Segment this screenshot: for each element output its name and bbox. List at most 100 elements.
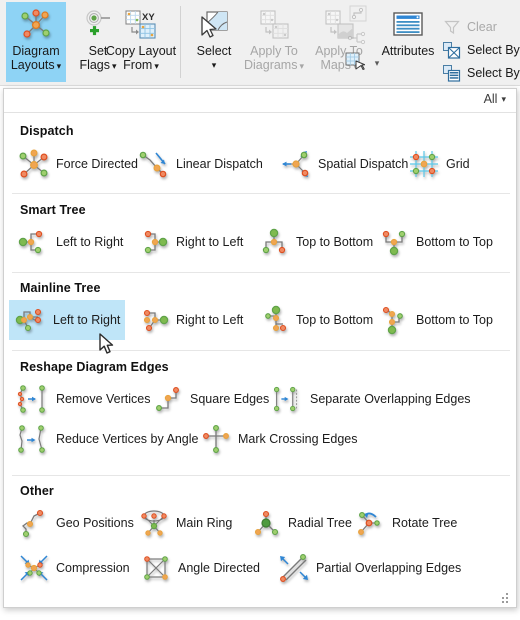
select-label: Select	[196, 44, 232, 58]
gallery-item-partial-overlapping-edges[interactable]: Partial Overlapping Edges	[272, 548, 462, 588]
gallery-item-spatial-dispatch[interactable]: Spatial Dispatch	[274, 144, 408, 184]
gallery-item-label: Right to Left	[176, 235, 244, 249]
gallery-item-label: Square Edges	[190, 392, 270, 406]
svg-text:XY: XY	[142, 12, 155, 23]
ribbon-group-layouts: Diagram Layouts ▾ Set Flags ▾ XY Copy La…	[0, 0, 176, 84]
section-divider	[12, 475, 510, 476]
apply-to-diagrams-button[interactable]: Apply To Diagrams ▾	[240, 2, 308, 82]
gallery-item-label: Remove Vertices	[56, 392, 151, 406]
chevron-down-icon[interactable]: ▾	[57, 61, 62, 71]
gallery-item-smart-tree-right-to-left[interactable]: Right to Left	[132, 222, 248, 262]
chevron-down-icon[interactable]: ▾	[154, 61, 159, 71]
gallery-item-force-directed[interactable]: Force Directed	[12, 144, 138, 184]
gallery-item-angle-directed[interactable]: Angle Directed	[134, 548, 264, 588]
smart-tree-bottom-to-top-icon	[376, 225, 412, 259]
gallery-item-square-edges[interactable]: Square Edges	[146, 379, 269, 419]
section-title-smart-tree: Smart Tree	[20, 203, 86, 217]
radial-tree-icon	[248, 506, 284, 540]
diagram-layouts-label-line2: Layouts ▾	[10, 58, 62, 72]
gallery-item-geo-positions[interactable]: Geo Positions	[12, 503, 134, 543]
attributes-icon	[390, 8, 426, 42]
attributes-label: Attributes	[381, 44, 435, 58]
attributes-button[interactable]: Attributes	[376, 2, 440, 82]
chevron-down-icon[interactable]: ▾	[299, 61, 304, 71]
edges-step-icon	[349, 5, 367, 27]
geo-positions-icon	[16, 506, 52, 540]
ribbon-separator-1	[180, 6, 181, 78]
gallery-item-linear-dispatch[interactable]: Linear Dispatch	[132, 144, 263, 184]
partial-overlapping-edges-icon	[276, 551, 312, 585]
gallery-item-label: Spatial Dispatch	[318, 157, 409, 171]
gallery-item-mark-crossing-edges[interactable]: Mark Crossing Edges	[194, 419, 358, 459]
gallery-item-mainline-tree-right-to-left[interactable]: Right to Left	[132, 300, 248, 340]
main-ring-icon	[136, 506, 172, 540]
gallery-item-label: Linear Dispatch	[176, 157, 263, 171]
gallery-item-label: Rotate Tree	[392, 516, 458, 530]
gallery-item-label: Partial Overlapping Edges	[316, 561, 462, 575]
smart-tree-left-to-right-icon	[16, 225, 52, 259]
spatial-dispatch-icon	[278, 147, 314, 181]
ribbon-group-apply: Select ▾ Apply To Diagrams ▾ Apply To Ma…	[184, 0, 379, 84]
gallery-item-radial-tree[interactable]: Radial Tree	[244, 503, 352, 543]
section-title-other: Other	[20, 484, 54, 498]
mainline-tree-right-to-left-icon	[136, 303, 172, 337]
clear-selection-label: Clear	[467, 20, 497, 34]
gallery-item-label: Main Ring	[176, 516, 233, 530]
gallery-item-smart-tree-left-to-right[interactable]: Left to Right	[12, 222, 128, 262]
ribbon-group-selection: Attributes Clear Select By Lo	[374, 0, 520, 84]
gallery-item-label: Separate Overlapping Edges	[310, 392, 471, 406]
select-by-attributes-icon	[442, 64, 462, 82]
gallery-item-remove-vertices[interactable]: Remove Vertices	[12, 379, 150, 419]
gallery-item-separate-overlapping-edges[interactable]: Separate Overlapping Edges	[266, 379, 471, 419]
gallery-item-label: Right to Left	[176, 313, 244, 327]
section-divider	[12, 193, 510, 194]
gallery-item-reduce-vertices-by-angle[interactable]: Reduce Vertices by Angle	[12, 419, 198, 459]
linear-dispatch-icon	[136, 147, 172, 181]
edges-step-button[interactable]	[347, 5, 369, 27]
section-title-dispatch: Dispatch	[20, 124, 74, 138]
select-by-location-button[interactable]: Select By Lo	[442, 39, 520, 61]
gallery-item-label: Compression	[56, 561, 130, 575]
gallery-item-label: Angle Directed	[178, 561, 260, 575]
diagram-layouts-label-line1: Diagram	[12, 44, 60, 58]
filter-all-label: All	[483, 92, 498, 106]
ribbon-toolbar: Diagram Layouts ▾ Set Flags ▾ XY Copy La…	[0, 0, 520, 86]
store-layout-button[interactable]	[344, 52, 366, 73]
resize-grip[interactable]	[502, 593, 511, 603]
gallery-item-grid[interactable]: Grid	[402, 144, 472, 184]
compression-icon	[16, 551, 52, 585]
gallery-item-rotate-tree[interactable]: Rotate Tree	[348, 503, 458, 543]
section-title-reshape-diagram-edges: Reshape Diagram Edges	[20, 360, 169, 374]
select-by-attributes-button[interactable]: Select By At	[442, 62, 520, 84]
reduce-vertices-by-angle-icon	[16, 422, 52, 456]
select-arrow-icon	[196, 8, 232, 42]
gallery-item-smart-tree-bottom-to-top[interactable]: Bottom to Top	[372, 222, 493, 262]
gallery-item-mainline-tree-left-to-right[interactable]: Left to Right	[9, 300, 125, 340]
select-by-location-icon	[442, 41, 462, 59]
apply-to-diagrams-label-line2: Diagrams ▾	[243, 58, 305, 72]
gallery-item-label: Radial Tree	[288, 516, 352, 530]
gallery-item-mainline-tree-top-to-bottom[interactable]: Top to Bottom	[252, 300, 373, 340]
copy-layout-from-button[interactable]: XY Copy Layout From ▾	[104, 2, 178, 82]
gallery-item-compression[interactable]: Compression	[12, 548, 130, 588]
copy-layout-from-icon: XY	[123, 8, 159, 42]
clear-selection-icon	[442, 18, 462, 36]
gallery-item-mainline-tree-bottom-to-top[interactable]: Bottom to Top	[372, 300, 493, 340]
gallery-item-label: Top to Bottom	[296, 235, 374, 249]
diagram-layouts-button[interactable]: Diagram Layouts ▾	[6, 2, 66, 82]
select-button[interactable]: Select ▾	[188, 2, 240, 82]
gallery-item-label: Top to Bottom	[296, 313, 374, 327]
gallery-item-label: Grid	[446, 157, 470, 171]
gallery-item-label: Mark Crossing Edges	[238, 432, 358, 446]
gallery-item-label: Reduce Vertices by Angle	[56, 432, 199, 446]
edges-branch-button[interactable]	[347, 30, 369, 50]
gallery-item-smart-tree-top-to-bottom[interactable]: Top to Bottom	[252, 222, 373, 262]
clear-selection-button[interactable]: Clear	[442, 16, 497, 38]
section-divider	[12, 272, 510, 273]
gallery-item-label: Left to Right	[56, 235, 124, 249]
gallery-item-label: Force Directed	[56, 157, 138, 171]
chevron-down-icon[interactable]: ▾	[212, 58, 217, 72]
mark-crossing-edges-icon	[198, 422, 234, 456]
filter-all-dropdown[interactable]: All ▾	[484, 92, 506, 106]
gallery-item-main-ring[interactable]: Main Ring	[132, 503, 236, 543]
